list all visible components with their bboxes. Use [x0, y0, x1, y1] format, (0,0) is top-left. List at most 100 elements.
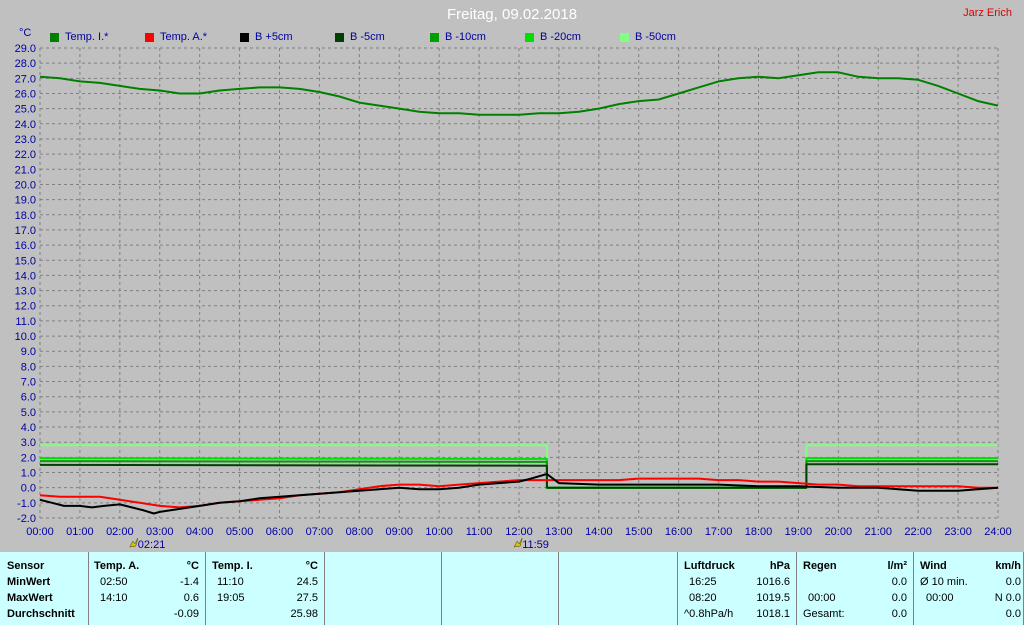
temp-i-max-value: 27.5	[296, 592, 318, 604]
stats-col-empty-2	[442, 552, 559, 625]
avg-label: Durchschnitt	[7, 608, 75, 620]
x-tick-label: 15:00	[625, 526, 653, 538]
y-tick-label: 9.0	[21, 346, 36, 358]
temp-a-header: Temp. A.	[94, 560, 140, 572]
y-tick-label: 11.0	[15, 316, 36, 328]
temp-i-max-time: 19:05	[217, 592, 245, 604]
x-tick-label: 20:00	[825, 526, 853, 538]
author-label: Jarz Erich	[963, 7, 1012, 19]
x-tick-label: 07:00	[306, 526, 334, 538]
temp-a-unit: °C	[186, 560, 199, 572]
legend-swatch	[430, 32, 439, 42]
y-tick-label: 22.0	[15, 149, 36, 161]
sensor-header: Sensor	[7, 560, 45, 572]
x-tick-label: 19:00	[785, 526, 813, 538]
rain-row2-time: 00:00	[808, 592, 836, 604]
x-tick-label: 08:00	[346, 526, 374, 538]
chart-title: Freitag, 09.02.2018	[446, 6, 578, 23]
x-tick-label: 23:00	[944, 526, 972, 538]
legend-swatch	[50, 32, 59, 42]
markers: 02:21 11:59	[129, 537, 549, 551]
rain-total-label: Gesamt:	[803, 608, 845, 620]
pressure-header: Luftdruck	[684, 560, 735, 572]
y-tick-label: 3.0	[21, 437, 36, 449]
pressure-max-time: 08:20	[689, 592, 717, 604]
marker-icon	[513, 537, 523, 548]
x-tick-label: 24:00	[984, 526, 1012, 538]
stats-col-temp-i: Temp. I. °C 11:10 24.5 19:05 27.5 25.98	[206, 552, 325, 625]
min-label: MinWert	[7, 576, 51, 588]
rain-header: Regen	[803, 560, 837, 572]
x-tick-label: 16:00	[665, 526, 693, 538]
stats-col-pressure: Luftdruck hPa 16:25 1016.6 08:20 1019.5 …	[678, 552, 797, 625]
legend-label: B -10cm	[445, 31, 486, 43]
x-tick-label: 18:00	[745, 526, 773, 538]
x-tick-label: 05:00	[226, 526, 254, 538]
y-unit-label: °C	[19, 27, 32, 39]
legend-label: B -20cm	[540, 31, 581, 43]
y-tick-label: 25.0	[15, 104, 36, 116]
y-tick-label: -2.0	[17, 513, 36, 525]
stats-panel: Sensor MinWert MaxWert Durchschnitt Temp…	[0, 552, 1024, 625]
legend-swatch	[145, 32, 154, 42]
stats-col-empty-3	[559, 552, 678, 625]
x-tick-label: 22:00	[904, 526, 932, 538]
x-tick-label: 03:00	[146, 526, 174, 538]
y-tick-label: -1.0	[17, 498, 36, 510]
y-tick-label: 12.0	[15, 301, 36, 313]
legend-swatch	[525, 32, 534, 42]
temp-a-min-value: -1.4	[180, 576, 199, 588]
x-tick-label: 09:00	[385, 526, 413, 538]
legend-item-b-minus10: B -10cm	[430, 31, 486, 43]
stats-col-empty-1	[325, 552, 442, 625]
pressure-max-value: 1019.5	[756, 592, 790, 604]
y-tick-label: 18.0	[15, 210, 36, 222]
y-tick-label: 17.0	[15, 225, 36, 237]
temp-a-max-time: 14:10	[100, 592, 128, 604]
y-tick-label: 29.0	[15, 43, 36, 55]
y-tick-label: 5.0	[21, 407, 36, 419]
legend-label: B +5cm	[255, 31, 293, 43]
x-tick-label: 04:00	[186, 526, 214, 538]
wind-gust-time: 00:00	[926, 592, 954, 604]
legend-item-b-minus20: B -20cm	[525, 31, 581, 43]
temp-i-min-time: 11:10	[217, 576, 244, 588]
temp-a-average: -0.09	[173, 608, 199, 620]
wind-row3-value: 0.0	[1005, 608, 1021, 620]
y-tick-label: 21.0	[15, 164, 36, 176]
temp-a-max-value: 0.6	[183, 592, 199, 604]
y-tick-label: 20.0	[15, 179, 36, 191]
x-tick-label: 11:00	[466, 526, 493, 538]
y-tick-label: 4.0	[21, 422, 36, 434]
x-tick-label: 17:00	[705, 526, 733, 538]
y-tick-label: 26.0	[15, 88, 36, 100]
x-tick-label: 13:00	[545, 526, 573, 538]
pressure-trend-value: 1018.1	[756, 608, 790, 620]
marker-icon	[129, 537, 139, 548]
legend-label: Temp. I.*	[65, 31, 109, 43]
x-tick-labels: 00:00 01:00 02:00 03:00 04:00 05:00 06:00 07:00…	[26, 526, 1012, 538]
stats-col-temp-a: Temp. A. °C 02:50 -1.4 14:10 0.6 -0.09	[89, 552, 206, 625]
marker-label: 11:59	[522, 539, 549, 551]
rain-row1-value: 0.0	[891, 576, 907, 588]
chart: -2.0 -1.0 0.0 1.0 2.0 3.0 4.0 5.0 6.0 7.0 8.0 9.0 10…	[15, 43, 1012, 551]
y-tick-label: 7.0	[21, 377, 36, 389]
legend-item-temp-a: Temp. A.*	[145, 31, 207, 43]
pressure-min-time: 16:25	[689, 576, 717, 588]
marker-label: 02:21	[138, 539, 166, 551]
stats-col-rain: Regen l/m² 0.0 00:00 0.0 Gesamt: 0.0	[797, 552, 914, 625]
temp-i-average: 25.98	[290, 608, 318, 620]
y-tick-labels: -2.0 -1.0 0.0 1.0 2.0 3.0 4.0 5.0 6.0 7.0 8.0 9.0 10…	[15, 43, 36, 525]
temp-a-min-time: 02:50	[100, 576, 128, 588]
legend-swatch	[620, 32, 629, 42]
x-tick-label: 10:00	[425, 526, 453, 538]
legend-item-b-minus50: B -50cm	[620, 31, 676, 43]
wind-unit: km/h	[995, 560, 1021, 572]
x-tick-label: 21:00	[864, 526, 892, 538]
wind-avg-label: Ø 10 min.	[920, 576, 968, 588]
y-tick-label: 6.0	[21, 392, 36, 404]
pressure-min-value: 1016.6	[756, 576, 790, 588]
legend-label: B -50cm	[635, 31, 676, 43]
wind-header: Wind	[920, 560, 947, 572]
x-tick-label: 02:00	[106, 526, 134, 538]
